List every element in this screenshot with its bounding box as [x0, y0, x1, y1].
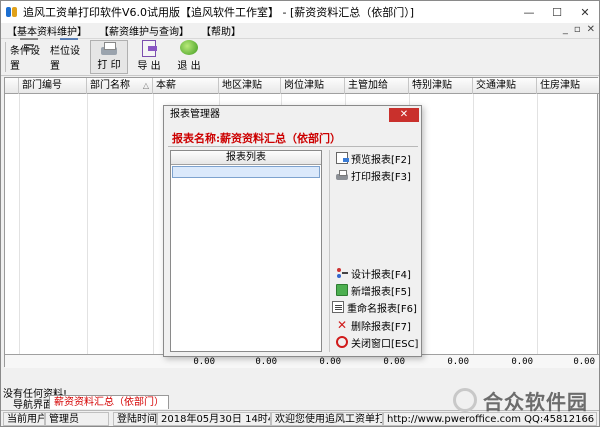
close-dialog-button[interactable]: 关闭窗口[ESC]	[336, 334, 418, 350]
exit-label: 退 出	[177, 61, 201, 72]
print-button[interactable]: 打 印	[90, 40, 128, 74]
export-icon	[140, 40, 158, 57]
exit-button[interactable]: 退 出	[170, 40, 208, 74]
window-controls: — ☐ ✕	[515, 1, 599, 23]
close-dialog-label: 关闭窗口[ESC]	[351, 338, 419, 350]
printer-icon	[100, 41, 118, 55]
total-post-allowance: 0.00	[319, 357, 341, 367]
preview-icon	[336, 152, 349, 164]
design-report-button[interactable]: 设计报表[F4]	[336, 265, 411, 281]
export-button[interactable]: 导 出	[130, 40, 168, 74]
new-icon	[336, 284, 348, 296]
col-transport-allowance[interactable]: 交通津贴	[473, 78, 537, 94]
preview-report-button[interactable]: 预览报表[F2]	[336, 150, 411, 166]
total-manager-bonus: 0.00	[383, 357, 405, 367]
close-icon	[336, 336, 348, 348]
maximize-button[interactable]: ☐	[543, 1, 571, 23]
report-manager-dialog: 报表管理器 ✕ 报表名称:薪资资料汇总（依部门） 报表列表 预览报表[F2] 打…	[163, 105, 422, 357]
col-dept-id[interactable]: 部门编号	[19, 78, 87, 94]
total-region-allowance: 0.00	[255, 357, 277, 367]
current-user-label: 当前用户:	[3, 412, 45, 426]
nav-label: 导航界面	[13, 400, 53, 411]
col-post-allowance[interactable]: 岗位津贴	[281, 78, 345, 94]
report-list-selected-row[interactable]	[172, 166, 320, 178]
exit-icon	[180, 40, 198, 55]
col-special-allowance[interactable]: 特别津贴	[409, 78, 473, 94]
design-icon	[336, 267, 348, 279]
grid-line	[19, 94, 20, 362]
print-report-button[interactable]: 打印报表[F3]	[336, 167, 411, 183]
column-settings-label: 栏位设置	[50, 46, 80, 72]
total-base-salary: 0.00	[193, 357, 215, 367]
toolbar: 条件设置 栏位设置 打 印 导 出 退 出	[1, 38, 599, 76]
rename-report-label: 重命名报表[F6]	[347, 303, 417, 315]
close-window-button[interactable]: ✕	[571, 1, 599, 23]
mdi-close-button[interactable]: ✕	[587, 24, 595, 35]
minimize-button[interactable]: —	[515, 1, 543, 23]
export-label: 导 出	[137, 61, 161, 72]
print-report-label: 打印报表[F3]	[351, 171, 411, 183]
login-time-value: 2018年05月30日 14时45分42秒	[157, 412, 271, 426]
dialog-vertical-divider	[329, 150, 330, 352]
app-logo-icon	[5, 5, 19, 19]
mdi-restore-button[interactable]: ▫	[574, 24, 581, 35]
design-report-label: 设计报表[F4]	[351, 269, 411, 281]
rename-report-button[interactable]: 重命名报表[F6]	[332, 299, 417, 315]
welcome-text: 欢迎您使用追风工资单打印软件	[271, 412, 383, 426]
dialog-close-button[interactable]: ✕	[389, 108, 419, 122]
watermark-text: 合众软件园	[483, 389, 588, 414]
mdi-minimize-button[interactable]: _	[563, 24, 568, 35]
col-dept-name-label: 部门名称	[90, 80, 130, 91]
dialog-title-bar: 报表管理器	[164, 106, 421, 124]
total-special-allowance: 0.00	[447, 357, 469, 367]
col-housing-allowance[interactable]: 住房津贴	[537, 78, 599, 94]
col-manager-bonus[interactable]: 主管加给	[345, 78, 409, 94]
delete-report-button[interactable]: ✕ 删除报表[F7]	[336, 317, 411, 333]
grid-line	[153, 94, 154, 362]
col-base-salary[interactable]: 本薪	[153, 78, 219, 94]
watermark: 合众软件园	[453, 381, 593, 419]
columns-icon	[60, 38, 78, 40]
menu-help[interactable]: 【帮助】	[195, 23, 247, 38]
title-bar: 追风工资单打印软件V6.0试用版【追风软件工作室】 - [薪资资料汇总（依部门）…	[1, 1, 599, 23]
grid-line	[537, 94, 538, 362]
rename-icon	[332, 301, 344, 313]
print-icon	[336, 169, 348, 181]
delete-report-label: 删除报表[F7]	[351, 321, 411, 333]
delete-icon: ✕	[336, 318, 348, 332]
preview-report-label: 预览报表[F2]	[351, 154, 411, 166]
current-user-value: 管理员	[45, 412, 109, 426]
filter-settings-label: 条件设置	[10, 46, 40, 72]
grid-line	[87, 94, 88, 362]
report-list[interactable]: 报表列表	[170, 150, 322, 352]
new-report-label: 新增报表[F5]	[351, 286, 411, 298]
print-label: 打 印	[97, 60, 121, 71]
toolbar-grip	[5, 42, 6, 72]
nav-tab-salary-summary[interactable]: 薪资资料汇总（依部门）	[49, 395, 169, 409]
col-dept-name[interactable]: 部门名称 △	[87, 78, 153, 94]
dialog-divider	[168, 146, 418, 147]
menu-bar: 【基本资料维护】 【薪资维护与查询】 【帮助】 _ ▫ ✕	[1, 23, 599, 39]
col-region-allowance[interactable]: 地区津贴	[219, 78, 281, 94]
watermark-logo-icon	[453, 388, 477, 412]
grid-header: 部门编号 部门名称 △ 本薪 地区津贴 岗位津贴 主管加给 特别津贴 交通津贴 …	[5, 78, 599, 94]
column-settings-button[interactable]: 栏位设置	[50, 38, 88, 74]
total-housing-allowance: 0.00	[573, 357, 595, 367]
filter-icon	[20, 38, 38, 46]
app-window: 追风工资单打印软件V6.0试用版【追风软件工作室】 - [薪资资料汇总（依部门）…	[0, 0, 600, 427]
new-report-button[interactable]: 新增报表[F5]	[336, 282, 411, 298]
dialog-title: 报表管理器	[170, 109, 220, 120]
row-indicator-header	[5, 78, 19, 94]
grid-line	[473, 94, 474, 362]
report-list-header: 报表列表	[171, 151, 321, 165]
sort-asc-icon: △	[142, 81, 149, 90]
total-transport-allowance: 0.00	[511, 357, 533, 367]
window-title: 追风工资单打印软件V6.0试用版【追风软件工作室】 - [薪资资料汇总（依部门）…	[23, 6, 415, 19]
report-name: 报表名称:薪资资料汇总（依部门）	[172, 132, 342, 145]
mdi-controls: _ ▫ ✕	[563, 24, 595, 35]
menu-basic-data[interactable]: 【基本资料维护】	[1, 23, 93, 38]
login-time-label: 登陆时间:	[113, 412, 157, 426]
menu-salary[interactable]: 【薪资维护与查询】	[93, 23, 195, 38]
filter-settings-button[interactable]: 条件设置	[10, 38, 48, 74]
